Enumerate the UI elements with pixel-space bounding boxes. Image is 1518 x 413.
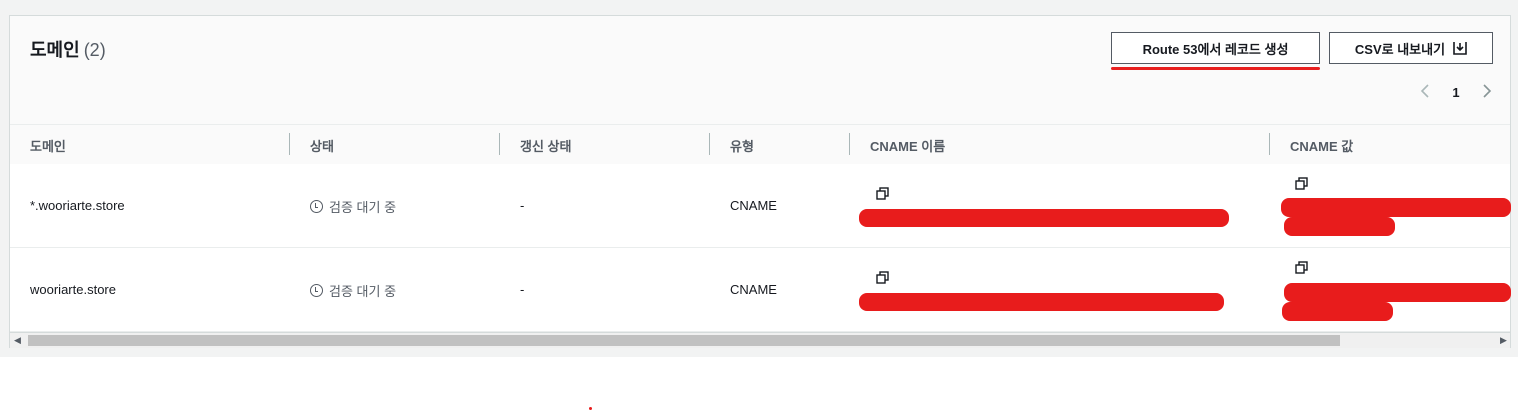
column-header-cname-value[interactable]: CNAME 값 [1290, 136, 1353, 155]
chevron-left-icon[interactable] [1420, 82, 1430, 103]
status-text: 검증 대기 중 [329, 200, 397, 215]
copy-icon[interactable] [1295, 261, 1308, 274]
redacted-cname-value [1284, 217, 1395, 236]
redacted-cname-name [859, 209, 1229, 227]
scrollbar-thumb[interactable] [28, 335, 1340, 346]
status-text: 검증 대기 중 [329, 284, 397, 299]
domain-cell: *.wooriarte.store [30, 198, 125, 213]
horizontal-scrollbar[interactable]: ◀ ▶ [10, 332, 1510, 348]
export-csv-label: CSV로 내보내기 [1354, 41, 1446, 57]
table-row: *.wooriarte.store 검증 대기 중 - CNAME [10, 164, 1511, 248]
column-header-status[interactable]: 상태 [310, 136, 334, 155]
clock-icon [310, 284, 323, 297]
column-header-type[interactable]: 유형 [730, 136, 754, 155]
column-resizer[interactable] [289, 133, 290, 155]
chevron-right-icon[interactable] [1482, 82, 1492, 103]
redacted-cname-value [1284, 283, 1511, 302]
scroll-left-arrow-icon[interactable]: ◀ [14, 335, 21, 346]
current-page-number[interactable]: 1 [1452, 85, 1459, 100]
redacted-cname-value [1281, 198, 1511, 217]
type-cell: CNAME [730, 198, 777, 213]
copy-icon[interactable] [876, 271, 889, 284]
column-header-domain[interactable]: 도메인 [30, 136, 66, 155]
renewal-status-cell: - [520, 198, 525, 213]
domains-panel: 도메인 (2) Route 53에서 레코드 생성 CSV로 내보내기 1 도메인… [9, 15, 1511, 348]
column-resizer[interactable] [709, 133, 710, 155]
status-cell: 검증 대기 중 [310, 281, 396, 300]
panel-title-text: 도메인 [30, 40, 80, 60]
column-resizer[interactable] [499, 133, 500, 155]
red-annotation-underline [1111, 67, 1320, 70]
type-cell: CNAME [730, 282, 777, 297]
domain-count: (2) [83, 40, 106, 60]
column-resizer[interactable] [1269, 133, 1270, 155]
renewal-status-cell: - [520, 282, 525, 297]
create-route53-records-label: Route 53에서 레코드 생성 [1142, 41, 1289, 57]
column-header-cname-name[interactable]: CNAME 이름 [870, 136, 945, 155]
clock-icon [310, 200, 323, 213]
table-row: wooriarte.store 검증 대기 중 - CNAME [10, 248, 1511, 332]
status-cell: 검증 대기 중 [310, 197, 396, 216]
panel-title: 도메인 (2) [30, 36, 106, 62]
download-icon [1453, 41, 1467, 55]
domain-cell: wooriarte.store [30, 282, 116, 297]
redacted-cname-name [859, 293, 1224, 311]
export-csv-button[interactable]: CSV로 내보내기 [1329, 32, 1493, 64]
column-resizer[interactable] [849, 133, 850, 155]
copy-icon[interactable] [1295, 177, 1308, 190]
table-header: 도메인 상태 갱신 상태 유형 CNAME 이름 CNAME 값 [10, 124, 1510, 165]
create-route53-records-button[interactable]: Route 53에서 레코드 생성 [1111, 32, 1320, 64]
scroll-right-arrow-icon[interactable]: ▶ [1500, 335, 1507, 346]
redacted-cname-value [1282, 302, 1393, 321]
red-annotation-dot [589, 407, 592, 410]
copy-icon[interactable] [876, 187, 889, 200]
column-header-renewal-status[interactable]: 갱신 상태 [520, 136, 571, 155]
pagination: 1 [1420, 82, 1492, 102]
